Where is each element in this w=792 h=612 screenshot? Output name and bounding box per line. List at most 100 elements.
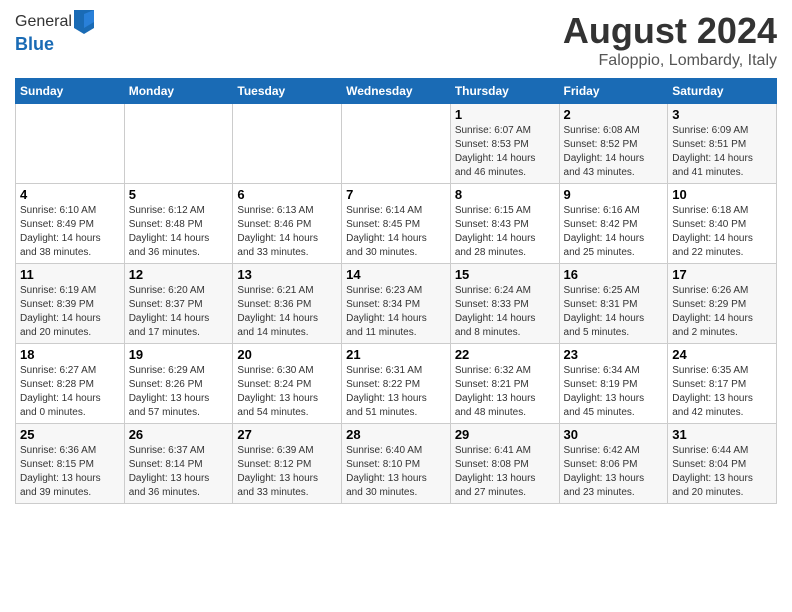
week-row-2: 4 Sunrise: 6:10 AM Sunset: 8:49 PM Daylig…	[16, 184, 777, 264]
day-detail: Sunrise: 6:27 AM Sunset: 8:28 PM Dayligh…	[20, 364, 120, 420]
day-cell: 26 Sunrise: 6:37 AM Sunset: 8:14 PM Dayli…	[124, 424, 233, 504]
day-detail: Sunrise: 6:19 AM Sunset: 8:39 PM Dayligh…	[20, 284, 120, 340]
day-cell: 29 Sunrise: 6:41 AM Sunset: 8:08 PM Dayli…	[450, 424, 559, 504]
day-detail: Sunrise: 6:44 AM Sunset: 8:04 PM Dayligh…	[672, 444, 772, 500]
day-number: 25	[20, 427, 120, 442]
day-number: 31	[672, 427, 772, 442]
calendar-table: SundayMondayTuesdayWednesdayThursdayFrid…	[15, 78, 777, 504]
day-detail: Sunrise: 6:26 AM Sunset: 8:29 PM Dayligh…	[672, 284, 772, 340]
day-detail: Sunrise: 6:07 AM Sunset: 8:53 PM Dayligh…	[455, 124, 555, 180]
day-detail: Sunrise: 6:20 AM Sunset: 8:37 PM Dayligh…	[129, 284, 229, 340]
day-cell: 2 Sunrise: 6:08 AM Sunset: 8:52 PM Daylig…	[559, 104, 668, 184]
day-number: 2	[564, 107, 664, 122]
day-detail: Sunrise: 6:24 AM Sunset: 8:33 PM Dayligh…	[455, 284, 555, 340]
day-detail: Sunrise: 6:36 AM Sunset: 8:15 PM Dayligh…	[20, 444, 120, 500]
day-number: 10	[672, 187, 772, 202]
day-cell: 21 Sunrise: 6:31 AM Sunset: 8:22 PM Dayli…	[342, 344, 451, 424]
main-title: August 2024	[563, 10, 777, 52]
day-detail: Sunrise: 6:31 AM Sunset: 8:22 PM Dayligh…	[346, 364, 446, 420]
day-number: 29	[455, 427, 555, 442]
day-cell: 1 Sunrise: 6:07 AM Sunset: 8:53 PM Daylig…	[450, 104, 559, 184]
day-cell: 16 Sunrise: 6:25 AM Sunset: 8:31 PM Dayli…	[559, 264, 668, 344]
day-cell: 28 Sunrise: 6:40 AM Sunset: 8:10 PM Dayli…	[342, 424, 451, 504]
day-number: 7	[346, 187, 446, 202]
day-number: 15	[455, 267, 555, 282]
day-cell: 14 Sunrise: 6:23 AM Sunset: 8:34 PM Dayli…	[342, 264, 451, 344]
day-cell: 11Sunrise: 6:19 AM Sunset: 8:39 PM Dayli…	[16, 264, 125, 344]
day-cell: 19Sunrise: 6:29 AM Sunset: 8:26 PM Dayli…	[124, 344, 233, 424]
day-detail: Sunrise: 6:34 AM Sunset: 8:19 PM Dayligh…	[564, 364, 664, 420]
day-cell	[16, 104, 125, 184]
week-row-1: 1 Sunrise: 6:07 AM Sunset: 8:53 PM Daylig…	[16, 104, 777, 184]
day-cell: 6Sunrise: 6:13 AM Sunset: 8:46 PM Daylig…	[233, 184, 342, 264]
day-number: 30	[564, 427, 664, 442]
day-cell: 4 Sunrise: 6:10 AM Sunset: 8:49 PM Daylig…	[16, 184, 125, 264]
day-detail: Sunrise: 6:30 AM Sunset: 8:24 PM Dayligh…	[237, 364, 337, 420]
day-detail: Sunrise: 6:32 AM Sunset: 8:21 PM Dayligh…	[455, 364, 555, 420]
day-cell	[342, 104, 451, 184]
day-number: 5	[129, 187, 229, 202]
day-detail: Sunrise: 6:23 AM Sunset: 8:34 PM Dayligh…	[346, 284, 446, 340]
logo: General Blue	[15, 10, 94, 55]
day-detail: Sunrise: 6:41 AM Sunset: 8:08 PM Dayligh…	[455, 444, 555, 500]
day-number: 9	[564, 187, 664, 202]
day-detail: Sunrise: 6:18 AM Sunset: 8:40 PM Dayligh…	[672, 204, 772, 260]
day-cell: 24 Sunrise: 6:35 AM Sunset: 8:17 PM Dayli…	[668, 344, 777, 424]
day-number: 17	[672, 267, 772, 282]
day-cell: 27Sunrise: 6:39 AM Sunset: 8:12 PM Dayli…	[233, 424, 342, 504]
day-number: 20	[237, 347, 337, 362]
day-number: 1	[455, 107, 555, 122]
col-header-tuesday: Tuesday	[233, 79, 342, 104]
day-number: 14	[346, 267, 446, 282]
page-container: General Blue August 2024 Faloppio, Lomba…	[0, 0, 792, 514]
day-cell	[233, 104, 342, 184]
day-detail: Sunrise: 6:08 AM Sunset: 8:52 PM Dayligh…	[564, 124, 664, 180]
day-cell: 17 Sunrise: 6:26 AM Sunset: 8:29 PM Dayli…	[668, 264, 777, 344]
day-detail: Sunrise: 6:10 AM Sunset: 8:49 PM Dayligh…	[20, 204, 120, 260]
day-detail: Sunrise: 6:15 AM Sunset: 8:43 PM Dayligh…	[455, 204, 555, 260]
day-detail: Sunrise: 6:29 AM Sunset: 8:26 PM Dayligh…	[129, 364, 229, 420]
day-cell: 9Sunrise: 6:16 AM Sunset: 8:42 PM Daylig…	[559, 184, 668, 264]
logo-blue-text: Blue	[15, 34, 54, 54]
day-cell: 10 Sunrise: 6:18 AM Sunset: 8:40 PM Dayli…	[668, 184, 777, 264]
day-number: 4	[20, 187, 120, 202]
col-header-monday: Monday	[124, 79, 233, 104]
day-cell: 13Sunrise: 6:21 AM Sunset: 8:36 PM Dayli…	[233, 264, 342, 344]
day-cell: 18 Sunrise: 6:27 AM Sunset: 8:28 PM Dayli…	[16, 344, 125, 424]
day-cell	[124, 104, 233, 184]
day-number: 18	[20, 347, 120, 362]
day-cell: 20 Sunrise: 6:30 AM Sunset: 8:24 PM Dayli…	[233, 344, 342, 424]
day-cell: 12 Sunrise: 6:20 AM Sunset: 8:37 PM Dayli…	[124, 264, 233, 344]
day-number: 8	[455, 187, 555, 202]
week-row-5: 25 Sunrise: 6:36 AM Sunset: 8:15 PM Dayli…	[16, 424, 777, 504]
day-number: 28	[346, 427, 446, 442]
day-number: 3	[672, 107, 772, 122]
day-detail: Sunrise: 6:09 AM Sunset: 8:51 PM Dayligh…	[672, 124, 772, 180]
day-detail: Sunrise: 6:21 AM Sunset: 8:36 PM Dayligh…	[237, 284, 337, 340]
day-number: 16	[564, 267, 664, 282]
day-number: 21	[346, 347, 446, 362]
week-row-4: 18 Sunrise: 6:27 AM Sunset: 8:28 PM Dayli…	[16, 344, 777, 424]
day-detail: Sunrise: 6:35 AM Sunset: 8:17 PM Dayligh…	[672, 364, 772, 420]
day-cell: 30 Sunrise: 6:42 AM Sunset: 8:06 PM Dayli…	[559, 424, 668, 504]
day-number: 27	[237, 427, 337, 442]
logo-general-text: General	[15, 13, 72, 31]
day-detail: Sunrise: 6:42 AM Sunset: 8:06 PM Dayligh…	[564, 444, 664, 500]
day-number: 24	[672, 347, 772, 362]
title-block: August 2024 Faloppio, Lombardy, Italy	[563, 10, 777, 70]
subtitle: Faloppio, Lombardy, Italy	[563, 52, 777, 70]
col-header-friday: Friday	[559, 79, 668, 104]
header: General Blue August 2024 Faloppio, Lomba…	[15, 10, 777, 70]
day-cell: 25 Sunrise: 6:36 AM Sunset: 8:15 PM Dayli…	[16, 424, 125, 504]
day-detail: Sunrise: 6:25 AM Sunset: 8:31 PM Dayligh…	[564, 284, 664, 340]
col-header-wednesday: Wednesday	[342, 79, 451, 104]
day-cell: 15 Sunrise: 6:24 AM Sunset: 8:33 PM Dayli…	[450, 264, 559, 344]
day-detail: Sunrise: 6:37 AM Sunset: 8:14 PM Dayligh…	[129, 444, 229, 500]
day-detail: Sunrise: 6:14 AM Sunset: 8:45 PM Dayligh…	[346, 204, 446, 260]
day-number: 23	[564, 347, 664, 362]
day-number: 26	[129, 427, 229, 442]
day-cell: 22Sunrise: 6:32 AM Sunset: 8:21 PM Dayli…	[450, 344, 559, 424]
day-number: 12	[129, 267, 229, 282]
day-detail: Sunrise: 6:40 AM Sunset: 8:10 PM Dayligh…	[346, 444, 446, 500]
day-number: 6	[237, 187, 337, 202]
